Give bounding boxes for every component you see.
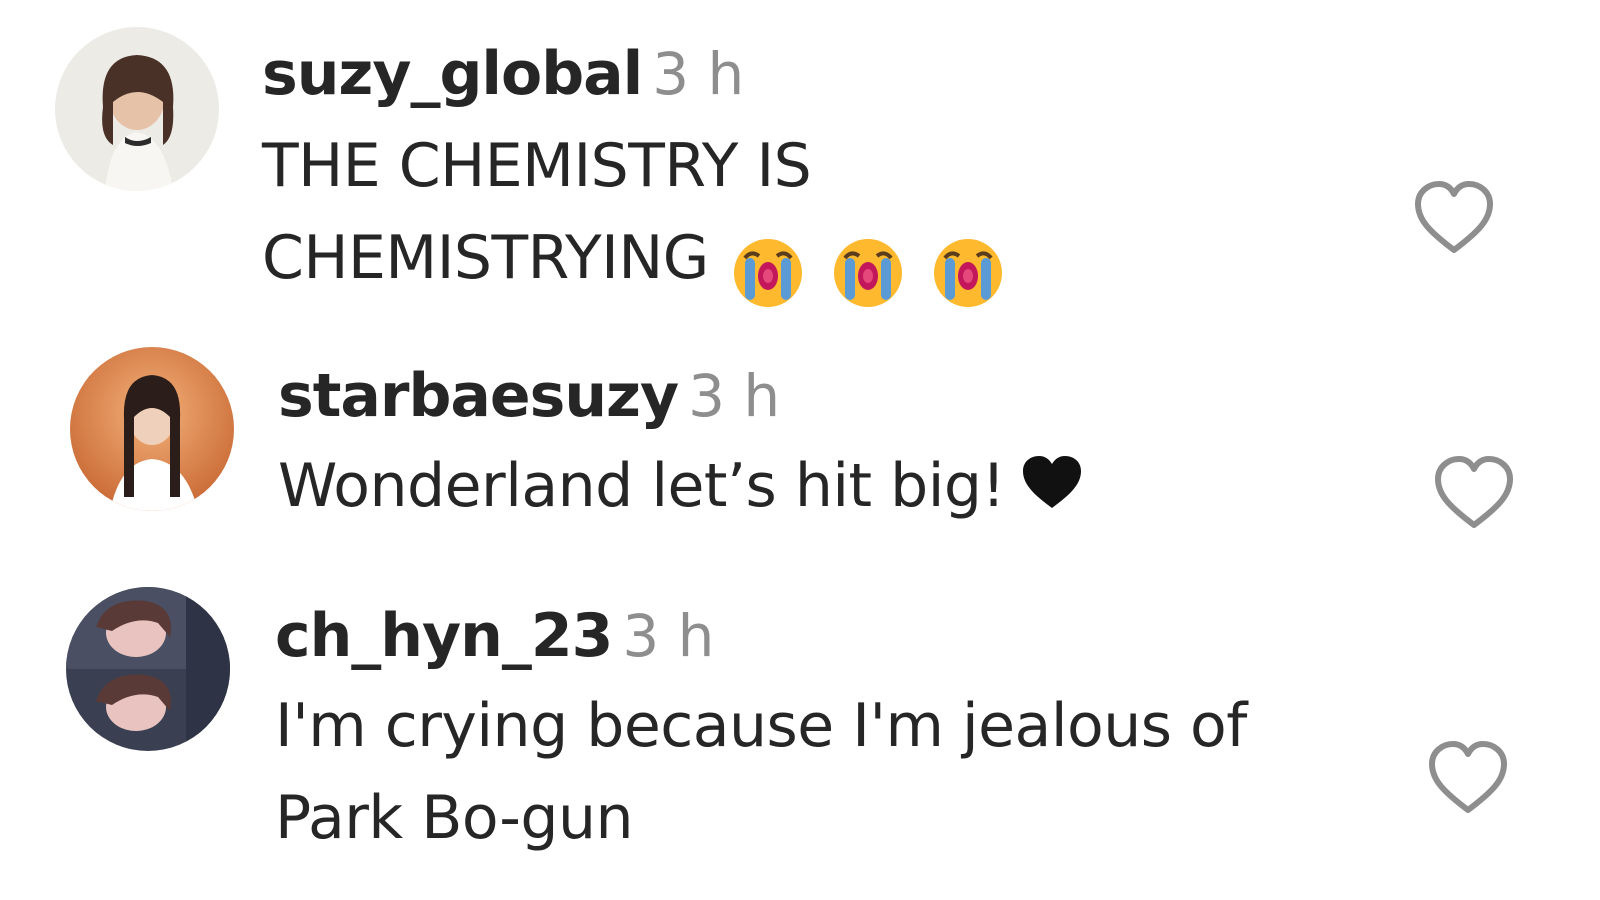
- heart-outline-icon[interactable]: [1426, 740, 1510, 816]
- timestamp[interactable]: 3 h: [622, 602, 714, 670]
- comment-meta: suzy_global 3 h: [262, 44, 744, 104]
- comment-text: I'm crying because I'm jealous of Park B…: [275, 680, 1247, 864]
- username[interactable]: ch_hyn_23: [275, 601, 613, 671]
- comment-text-line: Park Bo-gun: [275, 783, 634, 853]
- comment-item: starbaesuzy 3 h Wonderland let’s hit big!: [0, 330, 1600, 570]
- comment-item: ch_hyn_23 3 h I'm crying because I'm jeal…: [0, 580, 1600, 900]
- comment-meta: ch_hyn_23 3 h: [275, 606, 714, 666]
- timestamp[interactable]: 3 h: [688, 362, 780, 430]
- black-heart-icon: [1023, 456, 1082, 508]
- username[interactable]: starbaesuzy: [278, 361, 679, 431]
- comment-item: suzy_global 3 h THE CHEMISTRY IS CHEMISTR…: [0, 0, 1600, 320]
- comment-text: THE CHEMISTRY IS CHEMISTRYING: [262, 120, 1031, 316]
- avatar[interactable]: [66, 587, 230, 751]
- comment-text: Wonderland let’s hit big!: [278, 440, 1085, 532]
- avatar[interactable]: [70, 347, 234, 511]
- heart-outline-icon[interactable]: [1432, 455, 1516, 531]
- comment-meta: starbaesuzy 3 h: [278, 366, 780, 426]
- username[interactable]: suzy_global: [262, 39, 643, 109]
- emoji-row: [731, 224, 1031, 316]
- comment-text-line: Wonderland let’s hit big!: [278, 451, 1006, 521]
- loudly-crying-face-icon: [933, 239, 1002, 308]
- comment-text-line: I'm crying because I'm jealous of: [275, 691, 1247, 761]
- timestamp[interactable]: 3 h: [652, 40, 744, 108]
- heart-outline-icon[interactable]: [1412, 180, 1496, 256]
- comment-text-line: THE CHEMISTRY IS: [262, 131, 812, 201]
- loudly-crying-face-icon: [833, 239, 902, 308]
- comment-text-line-with-emoji: CHEMISTRYING: [262, 212, 1031, 316]
- loudly-crying-face-icon: [733, 239, 802, 308]
- avatar[interactable]: [55, 27, 219, 191]
- comment-text-line: CHEMISTRYING: [262, 223, 709, 293]
